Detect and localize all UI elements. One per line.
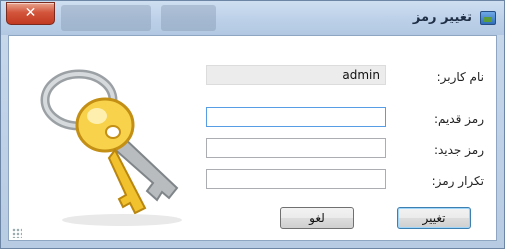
window-icon (480, 11, 496, 25)
resize-grip[interactable] (12, 228, 22, 238)
background-blur (161, 5, 216, 31)
change-password-window: ✕ تغییر رمز نام کاربر: admin رمز قدیم: ر… (0, 0, 505, 249)
repeat-password-input[interactable] (206, 169, 386, 189)
old-password-label: رمز قدیم: (433, 112, 484, 126)
close-icon: ✕ (24, 5, 37, 21)
background-blur (61, 5, 151, 31)
new-password-label: رمز جدید: (433, 143, 484, 157)
dialog-body: نام کاربر: admin رمز قدیم: رمز جدید: تکر… (8, 35, 497, 241)
username-field: admin (206, 65, 386, 85)
keys-icon (40, 69, 182, 226)
change-button[interactable]: تغییر (397, 207, 471, 229)
username-label: نام کاربر: (436, 70, 484, 84)
new-password-input[interactable] (206, 138, 386, 158)
window-title: تغییر رمز (412, 10, 472, 25)
close-button[interactable]: ✕ (6, 2, 55, 25)
title-bar[interactable]: ✕ تغییر رمز (1, 1, 504, 35)
old-password-input[interactable] (206, 107, 386, 127)
cancel-button[interactable]: لغو (280, 207, 354, 229)
repeat-password-label: تکرار رمز: (431, 174, 484, 188)
